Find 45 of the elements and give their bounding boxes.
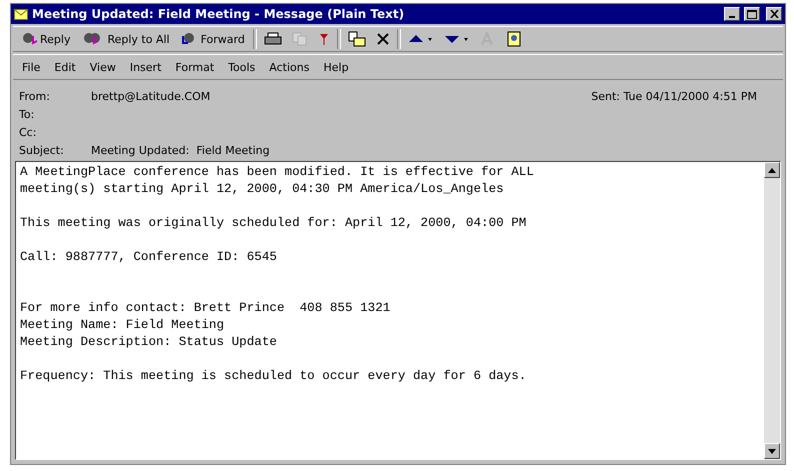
copy-icon xyxy=(292,32,308,46)
menu-item[interactable]: Insert xyxy=(124,58,166,76)
body-text-line: Frequency: This meeting is scheduled to occur every day for 6 days. xyxy=(20,368,528,385)
sent-value: Sent: Tue 04/11/2000 4:51 PM xyxy=(591,90,758,103)
scroll-down-icon xyxy=(768,448,776,454)
address-book-icon xyxy=(506,31,522,47)
body-text-line: Meeting Name: Field Meeting xyxy=(20,317,226,334)
window-title: Meeting Updated: Field Meeting - Message (Plain Text) xyxy=(32,7,406,21)
body-text-line: Call: 9887777, Conference ID: 6545 xyxy=(20,249,278,266)
body-text-line: This meeting was originally scheduled for: April 12, 2000, 04:00 PM xyxy=(20,215,528,232)
scroll-up-icon xyxy=(768,168,776,172)
menu-item[interactable]: Tools xyxy=(223,58,260,76)
folder-icon xyxy=(348,31,366,47)
close-icon xyxy=(770,10,778,18)
menu-item[interactable]: Actions xyxy=(264,58,314,76)
up-arrow-icon xyxy=(408,33,434,45)
subject-label: Subject: xyxy=(19,144,65,157)
from-label: From: xyxy=(19,90,51,103)
reply-button[interactable]: Reply xyxy=(17,30,74,48)
printer-icon xyxy=(264,32,282,46)
from-value: brettp@Latitude.COM xyxy=(91,90,212,103)
menu-item[interactable]: File xyxy=(17,58,46,76)
reply-icon xyxy=(21,32,37,46)
down-arrow-icon xyxy=(444,33,470,45)
subject-value: Meeting Updated: Field Meeting xyxy=(91,144,271,157)
scrollbar[interactable] xyxy=(764,162,780,459)
body-text-line: meeting(s) starting April 12, 2000, 04:30 PM America/Los_Angeles xyxy=(20,181,505,198)
delete-icon xyxy=(376,32,390,46)
menu-item[interactable]: Format xyxy=(170,58,220,76)
envelope-icon xyxy=(14,8,28,20)
flag-icon xyxy=(318,32,330,46)
body-text-line: A MeetingPlace conference has been modified. It is effective for ALL xyxy=(20,164,535,181)
maximize-icon xyxy=(747,10,757,18)
reply-all-button[interactable]: Reply to All xyxy=(78,30,174,48)
maximize-button[interactable] xyxy=(744,7,760,21)
forward-button[interactable]: Forward xyxy=(178,30,249,48)
body-text-line: Meeting Description: Status Update xyxy=(20,334,278,351)
cc-label: Cc: xyxy=(19,126,38,139)
menu-item[interactable]: Help xyxy=(318,58,354,76)
menu-item[interactable]: View xyxy=(84,58,121,76)
minimize-button[interactable] xyxy=(724,7,740,21)
menu-item[interactable]: Edit xyxy=(49,58,81,76)
to-label: To: xyxy=(19,108,36,121)
close-button[interactable] xyxy=(766,7,782,21)
body-text-line: For more info contact: Brett Prince 408 855 1321 xyxy=(20,300,392,317)
